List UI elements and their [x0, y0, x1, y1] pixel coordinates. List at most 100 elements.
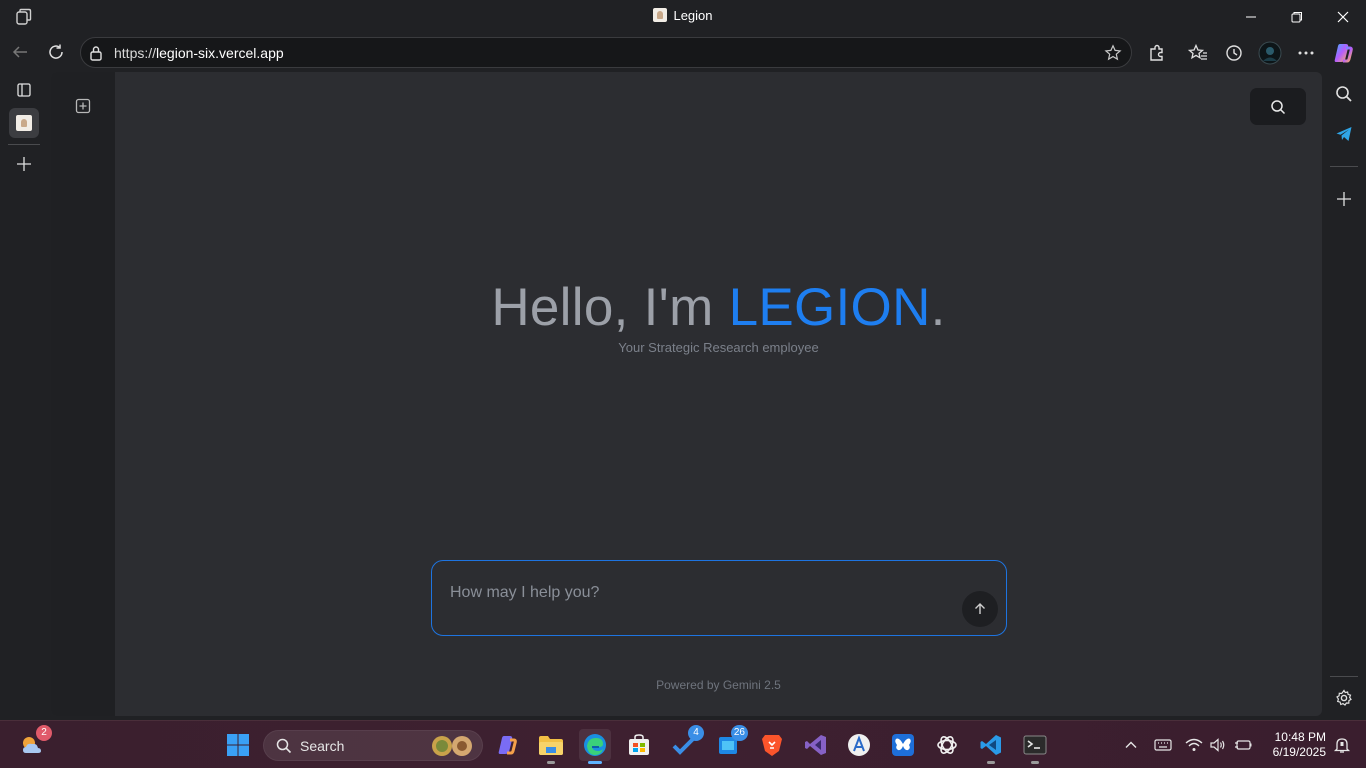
new-chat-icon[interactable] — [75, 98, 91, 114]
taskbar-file-explorer[interactable] — [535, 729, 567, 764]
search-label: Search — [300, 738, 345, 754]
taskbar-brave[interactable] — [756, 729, 788, 761]
chatgpt-icon — [937, 736, 957, 754]
notification-bell-icon — [1333, 738, 1351, 753]
running-indicator — [1031, 761, 1039, 764]
minimize-button[interactable] — [1228, 0, 1274, 33]
tray-overflow-button[interactable] — [1115, 729, 1147, 761]
favorites-icon[interactable] — [1186, 41, 1210, 65]
app-sidebar — [51, 72, 115, 716]
vertical-tabs-panel — [0, 71, 50, 720]
address-bar[interactable]: https://legion-six.vercel.app — [80, 37, 1132, 68]
taskbar-outlook[interactable]: 26 — [712, 725, 748, 761]
prompt-input[interactable] — [450, 579, 930, 607]
search-icon — [1271, 99, 1286, 114]
hero-subtitle: Your Strategic Research employee — [618, 340, 819, 355]
profile-avatar[interactable] — [1258, 41, 1282, 65]
copilot-icon — [498, 736, 517, 755]
folder-icon — [539, 736, 563, 755]
active-indicator — [588, 761, 602, 764]
url-host: legion-six.vercel.app — [156, 45, 284, 61]
refresh-button[interactable] — [43, 39, 69, 65]
back-icon — [12, 46, 27, 58]
close-button[interactable] — [1320, 0, 1366, 33]
taskbar-chatgpt[interactable] — [931, 729, 963, 761]
minimize-icon — [1246, 16, 1256, 17]
tab-legion[interactable] — [9, 108, 39, 138]
new-tab-button[interactable] — [9, 149, 39, 179]
taskbar-bluesky[interactable] — [887, 729, 919, 761]
clock-date: 6/19/2025 — [1272, 745, 1326, 759]
site-favicon — [653, 8, 668, 22]
restore-icon — [1291, 11, 1302, 22]
wifi-icon — [1185, 738, 1203, 751]
taskbar-edge[interactable] — [579, 729, 611, 764]
more-icon[interactable] — [1294, 41, 1318, 65]
back-button[interactable] — [7, 39, 33, 65]
windows-taskbar: 2 Search 4 26 10:48 PM 6/19/2025 — [0, 720, 1366, 768]
windows-start-icon — [227, 734, 249, 756]
taskbar-search[interactable]: Search — [263, 730, 483, 761]
visual-studio-icon — [805, 735, 826, 755]
butterfly-icon — [892, 734, 914, 756]
taskbar-visual-studio[interactable] — [800, 729, 832, 761]
tray-clock[interactable]: 10:48 PM 6/19/2025 — [1273, 730, 1326, 760]
copilot-icon[interactable] — [1331, 41, 1355, 65]
arrow-up-icon — [975, 603, 985, 614]
send-button[interactable] — [962, 591, 998, 627]
prompt-composer — [431, 560, 1007, 636]
telegram-icon[interactable] — [1332, 122, 1356, 146]
sidebar-add-button[interactable] — [1332, 187, 1356, 211]
taskbar-vscode[interactable] — [975, 729, 1007, 764]
greeting-prefix: Hello, I'm — [491, 278, 729, 337]
weather-widget[interactable]: 2 — [16, 725, 52, 761]
tray-battery[interactable] — [1227, 729, 1259, 761]
window-title: Legion — [0, 8, 1366, 23]
search-button[interactable] — [1250, 88, 1306, 125]
edge-icon — [584, 734, 606, 756]
extensions-icon[interactable] — [1145, 41, 1169, 65]
todo-badge: 4 — [688, 725, 704, 741]
close-icon — [1337, 11, 1349, 22]
powered-by-footer: Powered by Gemini 2.5 — [656, 678, 781, 692]
taskbar-app-a[interactable] — [843, 729, 875, 761]
vscode-icon — [980, 735, 1001, 755]
brave-icon — [762, 735, 782, 756]
browser-toolbar: https://legion-six.vercel.app — [0, 33, 1366, 71]
terminal-icon — [1023, 735, 1047, 755]
notifications-button[interactable] — [1326, 729, 1358, 761]
lock-icon[interactable] — [89, 45, 103, 66]
restore-button[interactable] — [1274, 0, 1320, 33]
app-a-icon — [848, 734, 870, 756]
clock-time: 10:48 PM — [1274, 730, 1326, 744]
hero-heading: Hello, I'm LEGION. — [115, 277, 1322, 338]
sidebar-divider-bottom — [1330, 676, 1358, 677]
tray-keyboard[interactable] — [1147, 729, 1179, 761]
sidebar-divider — [1330, 166, 1358, 167]
url-text: https://legion-six.vercel.app — [114, 45, 284, 61]
favorite-star-icon[interactable] — [1104, 44, 1122, 67]
tabs-divider — [8, 144, 40, 145]
mail-badge: 26 — [730, 725, 748, 741]
taskbar-store[interactable] — [623, 729, 655, 761]
taskbar-terminal[interactable] — [1019, 729, 1051, 764]
window-title-text: Legion — [673, 8, 713, 23]
taskbar-todo[interactable]: 4 — [668, 725, 704, 761]
taskbar-copilot[interactable] — [491, 729, 523, 761]
hero-section: Hello, I'm LEGION. Your Strategic Resear… — [115, 277, 1322, 355]
history-icon[interactable] — [1222, 41, 1246, 65]
start-button[interactable] — [222, 729, 254, 761]
title-bar: Legion — [0, 0, 1366, 33]
volume-icon — [1210, 738, 1225, 752]
add-icon — [1337, 192, 1351, 206]
brand-name: LEGION — [728, 278, 931, 337]
tab-actions-icon — [17, 83, 31, 97]
weather-badge: 2 — [36, 725, 52, 741]
url-scheme: https:// — [114, 45, 157, 61]
settings-icon[interactable] — [1332, 686, 1356, 710]
tab-actions-button[interactable] — [9, 75, 39, 105]
search-icon — [276, 738, 292, 754]
sidebar-search-icon[interactable] — [1332, 82, 1356, 106]
add-icon — [17, 157, 31, 171]
page-viewport: Hello, I'm LEGION. Your Strategic Resear… — [51, 72, 1322, 716]
